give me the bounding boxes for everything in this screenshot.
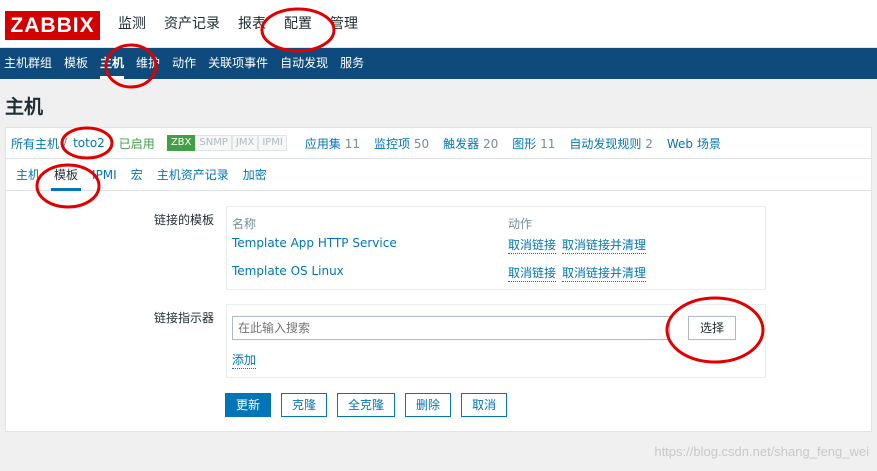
badge-ipmi: IPMI: [258, 135, 287, 151]
col-action-header: 动作: [508, 217, 533, 231]
badge-zbx: ZBX: [166, 135, 196, 151]
top-header: ZABBIX 监测 资产记录 报表 配置 管理: [0, 0, 877, 48]
all-hosts-link[interactable]: 所有主机: [11, 135, 59, 152]
page-title: 主机: [5, 96, 44, 118]
clone-button[interactable]: 克隆: [281, 393, 328, 417]
menu-administration[interactable]: 管理: [330, 13, 358, 33]
discovery-rules-count: 2: [645, 136, 653, 151]
applications-count: 11: [344, 136, 360, 151]
subnav-services[interactable]: 服务: [334, 48, 370, 79]
discovery-rules-link[interactable]: 自动发现规则 2: [569, 135, 652, 152]
subnav-host-groups[interactable]: 主机群组: [0, 48, 58, 79]
link-new-templates: 选择 添加: [226, 304, 766, 378]
subnav-actions[interactable]: 动作: [166, 48, 202, 79]
triggers-count: 20: [482, 136, 499, 151]
cancel-button[interactable]: 取消: [461, 393, 508, 417]
menu-reports[interactable]: 报表: [238, 13, 266, 33]
template-search-input[interactable]: [232, 316, 670, 340]
applications-link[interactable]: 应用集 11: [305, 135, 360, 152]
tab-macros[interactable]: 宏: [131, 159, 143, 191]
host-status[interactable]: 已启用: [119, 135, 155, 152]
badge-jmx: JMX: [231, 135, 259, 151]
tab-ipmi[interactable]: IPMI: [92, 159, 117, 191]
subnav-hosts[interactable]: 主机: [94, 48, 130, 79]
discovery-rules-label: 自动发现规则: [569, 136, 642, 151]
update-button[interactable]: 更新: [225, 393, 272, 417]
items-count: 50: [413, 136, 430, 151]
delete-button[interactable]: 删除: [405, 393, 452, 417]
menu-inventory[interactable]: 资产记录: [164, 13, 220, 33]
form-buttons: 更新 克隆 全克隆 删除 取消: [225, 393, 508, 417]
breadcrumb-separator: /: [63, 136, 68, 150]
subnav-discovery[interactable]: 自动发现: [274, 48, 334, 79]
tab-templates[interactable]: 模板: [51, 159, 82, 191]
web-scenarios-link[interactable]: Web 场景: [667, 135, 721, 152]
menu-configuration[interactable]: 配置: [284, 13, 312, 33]
form-tabs: 主机 模板 IPMI 宏 主机资产记录 加密: [6, 159, 871, 191]
unlink-button[interactable]: 取消链接: [508, 264, 557, 282]
graphs-link[interactable]: 图形 11: [512, 135, 555, 152]
subnav-event-correlation[interactable]: 关联项事件: [202, 48, 274, 79]
sub-navigation: 主机群组 模板 主机 维护 动作 关联项事件 自动发现 服务: [0, 48, 877, 79]
unlink-and-clear-button[interactable]: 取消链接并清理: [562, 264, 647, 282]
link-indicator-label: 链接指示器: [153, 311, 214, 325]
host-breadcrumb-bar: 所有主机 / toto2 已启用 ZBX SNMP JMX IPMI 应用集 1…: [5, 127, 872, 159]
unlink-button[interactable]: 取消链接: [508, 236, 557, 254]
menu-monitoring[interactable]: 监测: [118, 13, 146, 33]
applications-label: 应用集: [304, 136, 341, 151]
watermark: https://blog.csdn.net/shang_feng_wei: [654, 444, 869, 459]
availability-badges: ZBX SNMP JMX IPMI: [166, 135, 287, 151]
main-menu: 监测 资产记录 报表 配置 管理: [118, 13, 358, 33]
host-form: 主机 模板 IPMI 宏 主机资产记录 加密 链接的模板 名称 动作 Templ…: [5, 159, 872, 432]
host-name-link[interactable]: toto2: [73, 136, 105, 150]
items-label: 监控项: [374, 136, 411, 151]
tab-host[interactable]: 主机: [16, 159, 40, 191]
graphs-count: 11: [540, 136, 556, 151]
template-link[interactable]: Template OS Linux: [232, 264, 344, 278]
full-clone-button[interactable]: 全克隆: [337, 393, 396, 417]
linked-templates-table: 名称 动作 Template App HTTP Service 取消链接 取消链…: [226, 206, 766, 290]
graphs-label: 图形: [512, 136, 537, 151]
subnav-templates[interactable]: 模板: [58, 48, 94, 79]
items-link[interactable]: 监控项 50: [374, 135, 429, 152]
zabbix-logo[interactable]: ZABBIX: [5, 11, 100, 40]
subnav-maintenance[interactable]: 维护: [130, 48, 166, 79]
select-button[interactable]: 选择: [688, 316, 736, 340]
template-link[interactable]: Template App HTTP Service: [232, 236, 397, 250]
linked-templates-label: 链接的模板: [153, 213, 214, 227]
unlink-and-clear-button[interactable]: 取消链接并清理: [562, 236, 647, 254]
col-name-header: 名称: [232, 217, 257, 231]
tab-encryption[interactable]: 加密: [243, 159, 267, 191]
badge-snmp: SNMP: [195, 135, 232, 151]
add-link[interactable]: 添加: [232, 351, 257, 369]
triggers-link[interactable]: 触发器 20: [443, 135, 498, 152]
triggers-label: 触发器: [443, 136, 480, 151]
tab-inventory[interactable]: 主机资产记录: [157, 159, 229, 191]
